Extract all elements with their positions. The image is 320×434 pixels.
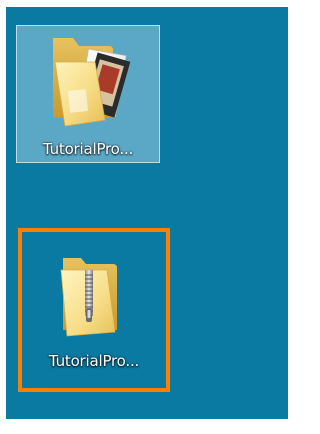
desktop-item-folder[interactable]: TutorialPro... <box>16 25 160 163</box>
desktop-item-label: TutorialPro... <box>48 352 140 370</box>
desktop: TutorialPro... TutorialPro... <box>6 7 288 419</box>
zip-folder-icon <box>60 258 117 337</box>
desktop-item-label: TutorialPro... <box>42 140 134 158</box>
desktop-item-zip-folder[interactable]: TutorialPro... <box>18 228 170 392</box>
folder-icon <box>53 38 131 127</box>
